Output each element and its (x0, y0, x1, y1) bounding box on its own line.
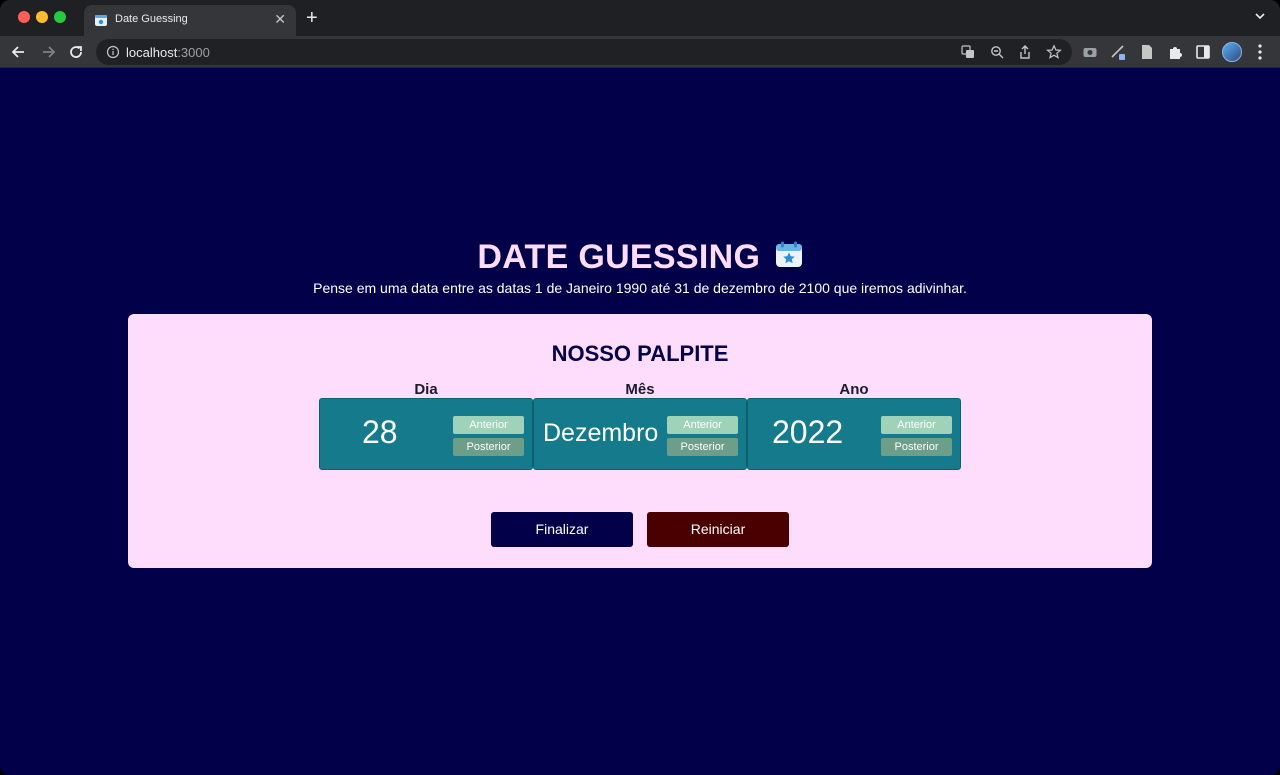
year-next-button[interactable]: Posterior (881, 438, 952, 456)
url-port: :3000 (177, 45, 210, 60)
reload-icon[interactable] (66, 42, 86, 62)
day-previous-button[interactable]: Anterior (453, 416, 524, 434)
bookmark-star-icon[interactable] (1046, 44, 1062, 60)
zoom-icon[interactable] (989, 44, 1005, 60)
share-icon[interactable] (1017, 44, 1033, 60)
page-title: DATE GUESSING (477, 238, 761, 276)
card-heading: NOSSO PALPITE (551, 341, 729, 366)
maximize-window-button[interactable] (54, 11, 66, 23)
browser-toolbar: localhost:3000 (0, 36, 1280, 68)
document-icon[interactable] (1139, 44, 1155, 60)
new-tab-icon[interactable]: + (306, 7, 318, 29)
day-next-button[interactable]: Posterior (453, 438, 524, 456)
url-host: localhost (126, 45, 178, 60)
close-window-button[interactable] (18, 11, 30, 23)
info-icon[interactable] (106, 45, 120, 59)
address-bar[interactable]: localhost:3000 (96, 39, 1072, 65)
minimize-window-button[interactable] (36, 11, 48, 23)
extensions-puzzle-icon[interactable] (1167, 44, 1183, 60)
day-value: 28 (362, 414, 398, 450)
day-field: 28 Anterior Posterior (319, 398, 533, 470)
month-value: Dezembro (543, 419, 659, 447)
month-label: Mês (625, 381, 655, 398)
year-label: Ano (839, 381, 869, 398)
more-menu-icon[interactable] (1254, 42, 1266, 62)
month-field: Dezembro Anterior Posterior (533, 398, 747, 470)
translate-icon[interactable] (960, 44, 976, 60)
title-row: DATE GUESSING (0, 238, 1280, 277)
browser-window: Date Guessing ✕ + localhost:3000 DATE GU… (0, 0, 1280, 775)
restart-button[interactable]: Reiniciar (647, 512, 789, 547)
year-value: 2022 (772, 414, 844, 450)
finish-button[interactable]: Finalizar (491, 512, 633, 547)
chevron-down-icon[interactable] (1254, 10, 1266, 22)
calendar-favicon-icon (95, 15, 107, 26)
year-field: 2022 Anterior Posterior (747, 398, 961, 470)
day-label: Dia (414, 381, 438, 398)
tab-strip: Date Guessing ✕ + (0, 0, 1280, 36)
camera-icon[interactable] (1082, 44, 1098, 60)
month-next-button[interactable]: Posterior (667, 438, 738, 456)
pen-extension-icon[interactable] (1110, 44, 1126, 60)
month-previous-button[interactable]: Anterior (667, 416, 738, 434)
forward-arrow-icon[interactable] (38, 42, 58, 62)
calendar-star-icon (775, 241, 802, 267)
tab-close-icon[interactable]: ✕ (274, 11, 286, 27)
page-subtitle: Pense em uma data entre as datas 1 de Ja… (313, 280, 967, 296)
profile-avatar[interactable] (1222, 42, 1242, 62)
tab-title: Date Guessing (115, 13, 188, 25)
side-panel-icon[interactable] (1195, 44, 1211, 60)
tab-date-guessing[interactable]: Date Guessing ✕ (84, 5, 296, 36)
year-previous-button[interactable]: Anterior (881, 416, 952, 434)
guess-card: NOSSO PALPITE Dia 28 Anterior Posterior … (128, 314, 1152, 568)
page-content: DATE GUESSING Pense em uma data entre as… (0, 68, 1280, 775)
back-arrow-icon[interactable] (9, 42, 29, 62)
url-text: localhost:3000 (126, 45, 210, 60)
